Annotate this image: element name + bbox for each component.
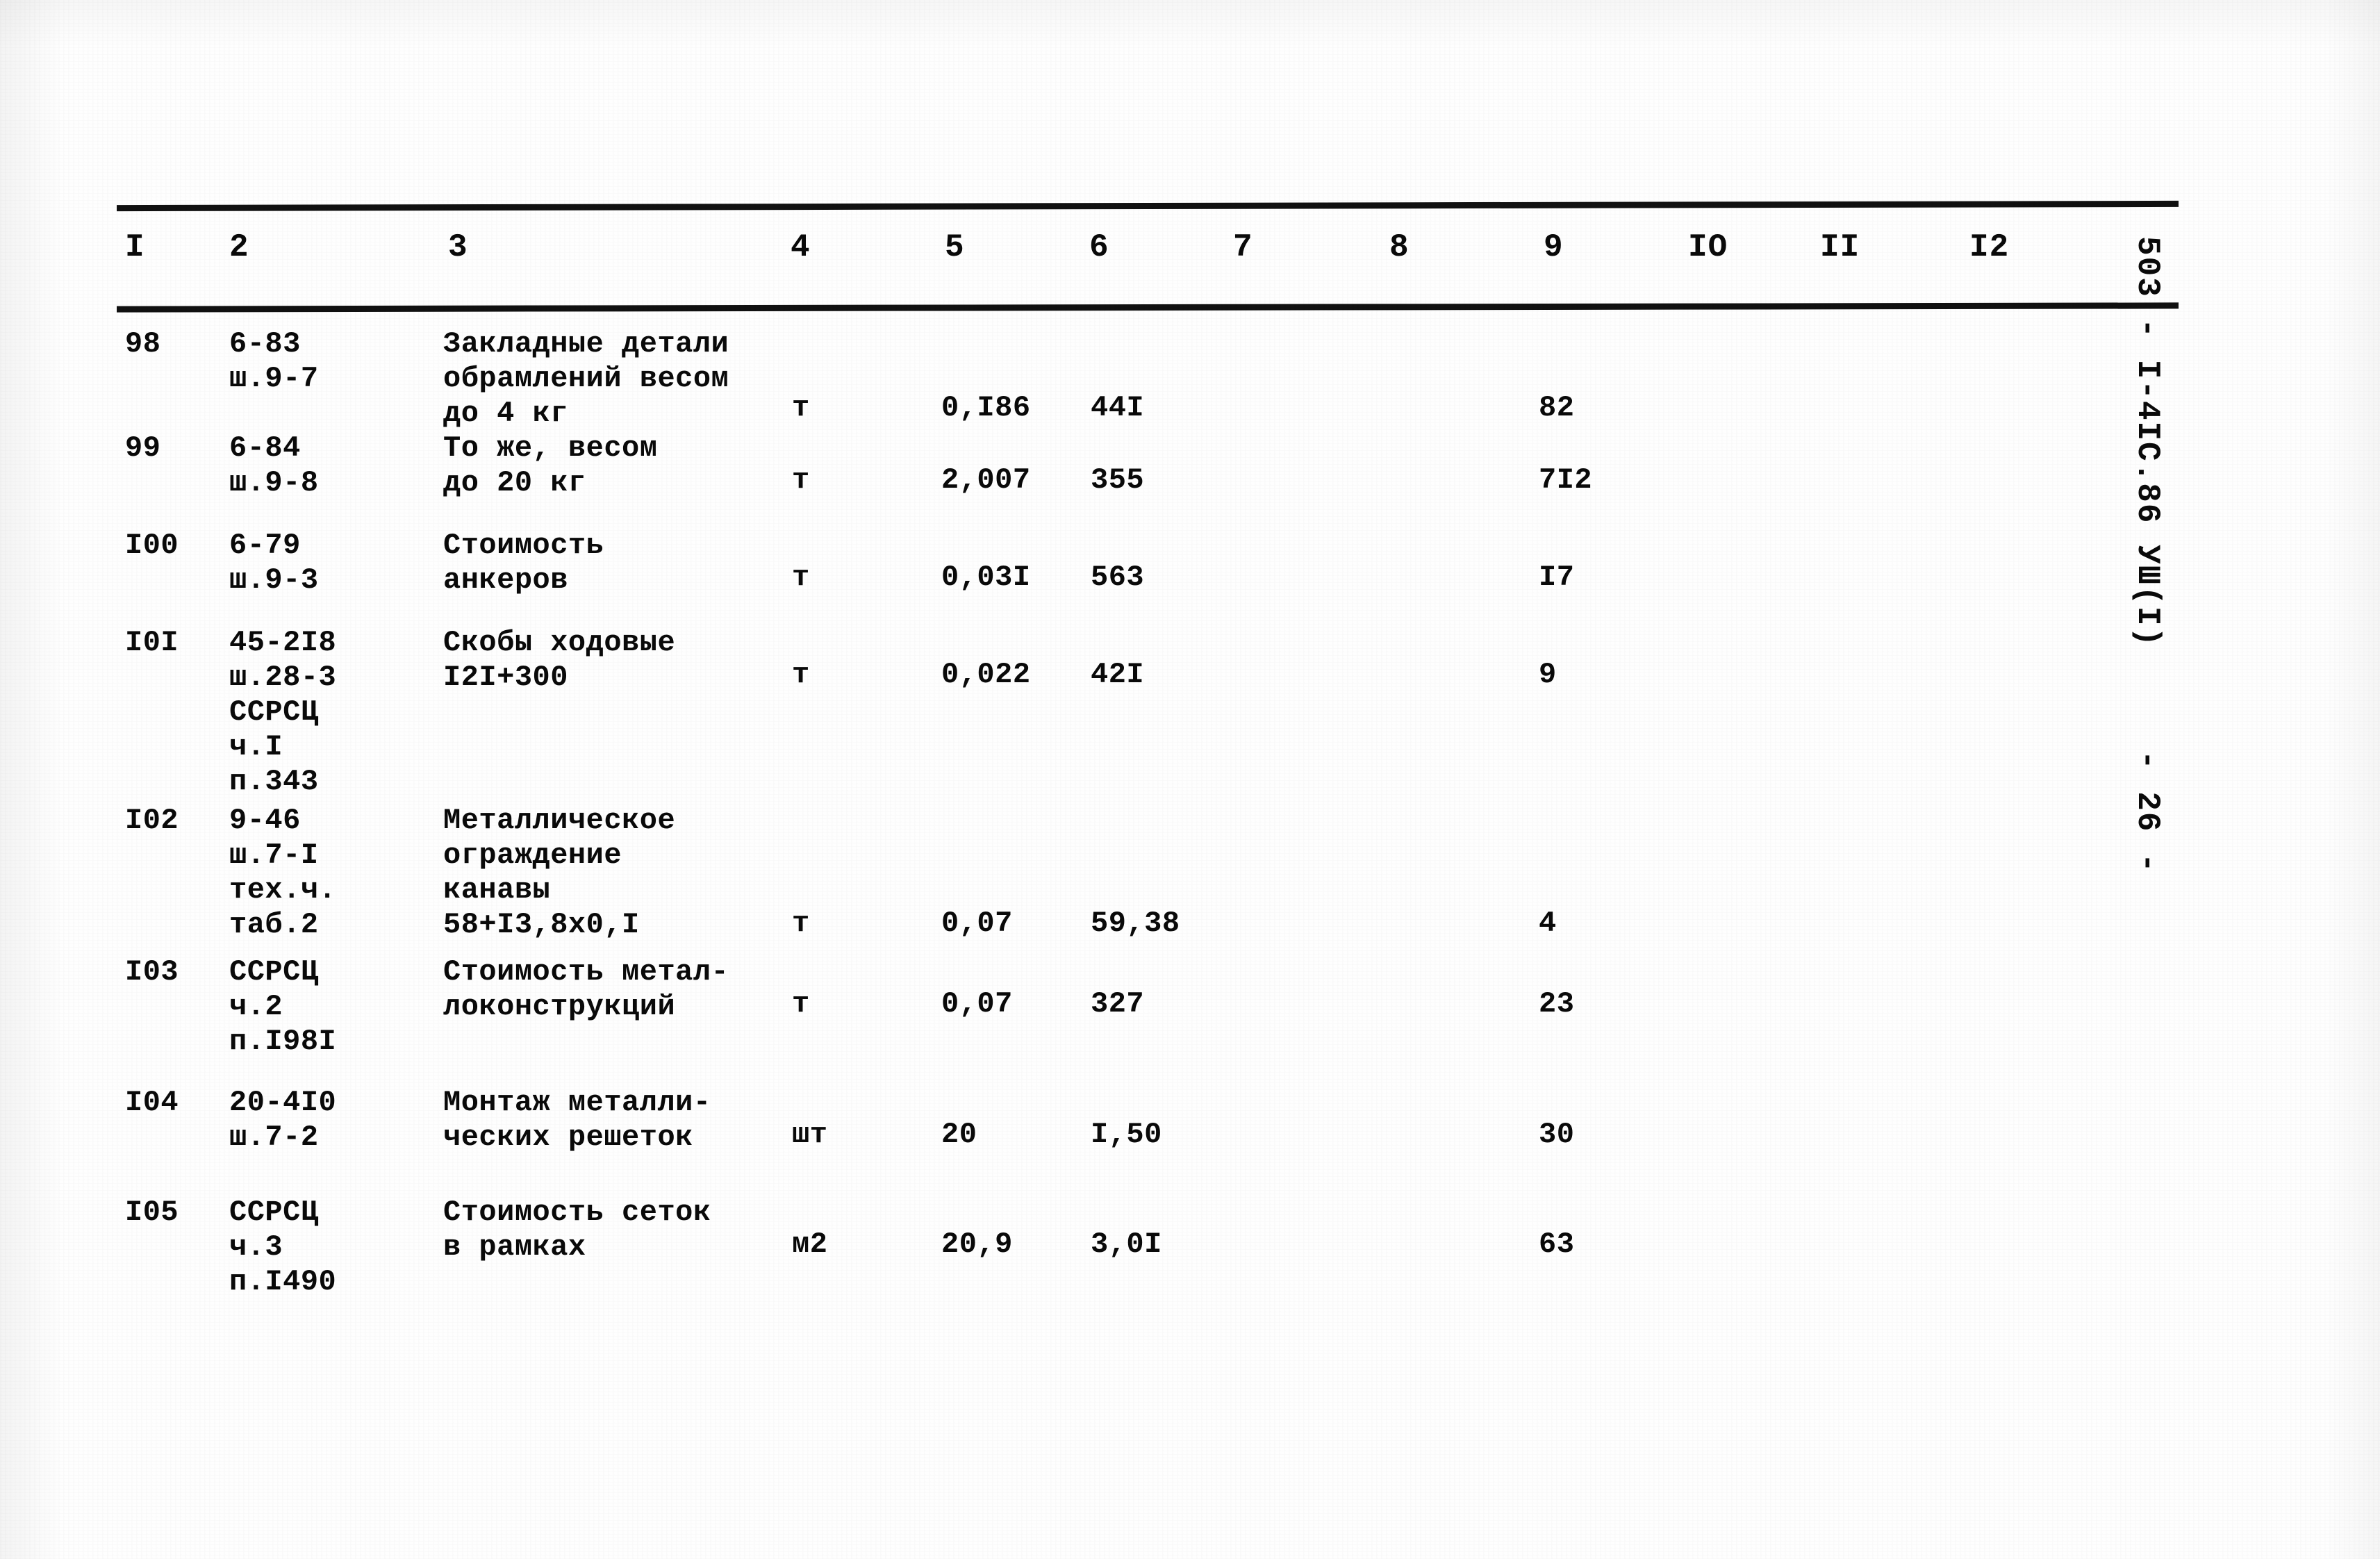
row-quantity: 20,9	[941, 1228, 1013, 1261]
row-total: 7I2	[1539, 463, 1593, 497]
table-row: I04 20-4I0 ш.7-2 Монтаж металли- ческих …	[0, 1085, 2380, 1195]
row-code: 6-79 ш.9-3	[229, 529, 319, 597]
row-description: Стоимость метал- локонструкций	[443, 955, 729, 1023]
row-code: 6-83 ш.9-7	[229, 327, 319, 395]
row-quantity: 20	[941, 1118, 977, 1151]
column-header-1: I	[125, 229, 145, 265]
page-vertical-caption: 503 - I-4IC.86 УШ(I) - 26 -	[2129, 236, 2165, 874]
table-row: I02 9-46 ш.7-I тех.ч. таб.2 Металлическо…	[0, 803, 2380, 955]
row-total: 30	[1539, 1118, 1575, 1151]
table-row: I05 ССРСЦ ч.3 п.I490 Стоимость сеток в р…	[0, 1195, 2380, 1320]
row-unit: т	[792, 987, 810, 1021]
row-quantity: 0,I86	[941, 391, 1031, 424]
row-unit: шт	[792, 1118, 828, 1151]
row-number: I03	[125, 955, 179, 989]
row-total: I7	[1539, 561, 1575, 594]
row-number: I04	[125, 1086, 179, 1119]
row-unit-price: 44I	[1091, 391, 1145, 424]
row-unit: т	[792, 391, 810, 424]
column-header-12: I2	[1969, 229, 2010, 265]
row-unit: т	[792, 463, 810, 497]
table-header-rule	[116, 302, 2179, 313]
column-header-10: IO	[1688, 229, 1728, 265]
row-quantity: 0,022	[941, 658, 1031, 691]
row-code: 20-4I0 ш.7-2	[229, 1086, 337, 1154]
row-unit-price: 3,0I	[1091, 1228, 1162, 1261]
row-unit-price: 42I	[1091, 658, 1145, 691]
row-description: Стоимость анкеров	[443, 529, 604, 597]
row-description: Закладные детали обрамлений весом до 4 к…	[443, 327, 729, 430]
column-header-4: 4	[791, 229, 811, 265]
table-row: 98 6-83 ш.9-7 Закладные детали обрамлени…	[0, 327, 2380, 431]
row-unit: м2	[792, 1228, 828, 1261]
column-header-6: 6	[1089, 229, 1109, 265]
row-quantity: 0,07	[941, 987, 1013, 1021]
row-code: 6-84 ш.9-8	[229, 431, 319, 500]
row-quantity: 0,07	[941, 907, 1013, 940]
table-body: 98 6-83 ш.9-7 Закладные детали обрамлени…	[0, 327, 2380, 1320]
row-unit: т	[792, 561, 810, 594]
row-total: 63	[1539, 1228, 1575, 1261]
table-row: I03 ССРСЦ ч.2 п.I98I Стоимость метал- ло…	[0, 955, 2380, 1085]
row-unit-price: I,50	[1091, 1118, 1162, 1151]
row-unit: т	[792, 658, 810, 691]
row-code: 9-46 ш.7-I тех.ч. таб.2	[229, 804, 337, 941]
column-header-11: II	[1820, 229, 1860, 265]
column-header-8: 8	[1389, 229, 1410, 265]
row-description: Монтаж металли- ческих решеток	[443, 1086, 711, 1154]
row-quantity: 0,03I	[941, 561, 1031, 594]
row-unit-price: 355	[1091, 463, 1145, 497]
table-top-rule	[116, 200, 2179, 212]
row-total: 9	[1539, 658, 1557, 691]
row-code: 45-2I8 ш.28-3 ССРСЦ ч.I п.343	[229, 626, 337, 798]
column-header-5: 5	[945, 229, 965, 265]
row-description: Скобы ходовые I2I+300	[443, 626, 676, 694]
row-total: 82	[1539, 391, 1575, 424]
row-quantity: 2,007	[941, 463, 1031, 497]
row-number: I02	[125, 804, 179, 837]
row-number: I05	[125, 1196, 179, 1229]
row-code: ССРСЦ ч.3 п.I490	[229, 1196, 337, 1298]
table-row: I0I 45-2I8 ш.28-3 ССРСЦ ч.I п.343 Скобы …	[0, 625, 2380, 803]
table-row: 99 6-84 ш.9-8 То же, весом до 20 кг т 2,…	[0, 431, 2380, 528]
row-number: 99	[125, 431, 161, 465]
scanned-page: I 2 3 4 5 6 7 8 9 IO II I2 98 6-83 ш.9-7…	[0, 0, 2380, 1559]
row-code: ССРСЦ ч.2 п.I98I	[229, 955, 337, 1058]
table-row: I00 6-79 ш.9-3 Стоимость анкеров т 0,03I…	[0, 528, 2380, 625]
row-total: 23	[1539, 987, 1575, 1021]
row-description: То же, весом до 20 кг	[443, 431, 658, 500]
row-number: I00	[125, 529, 179, 562]
row-description: Стоимость сеток в рамках	[443, 1196, 711, 1264]
row-unit: т	[792, 907, 810, 940]
row-unit-price: 327	[1091, 987, 1145, 1021]
column-header-9: 9	[1544, 229, 1564, 265]
column-header-7: 7	[1233, 229, 1253, 265]
row-number: I0I	[125, 626, 179, 659]
row-description: Металлическое ограждение канавы 58+I3,8х…	[443, 804, 676, 941]
row-unit-price: 59,38	[1091, 907, 1180, 940]
column-header-2: 2	[229, 229, 249, 265]
row-total: 4	[1539, 907, 1557, 940]
row-number: 98	[125, 327, 161, 361]
table-column-header-row: I 2 3 4 5 6 7 8 9 IO II I2	[0, 229, 2380, 292]
column-header-3: 3	[448, 229, 468, 265]
row-unit-price: 563	[1091, 561, 1145, 594]
